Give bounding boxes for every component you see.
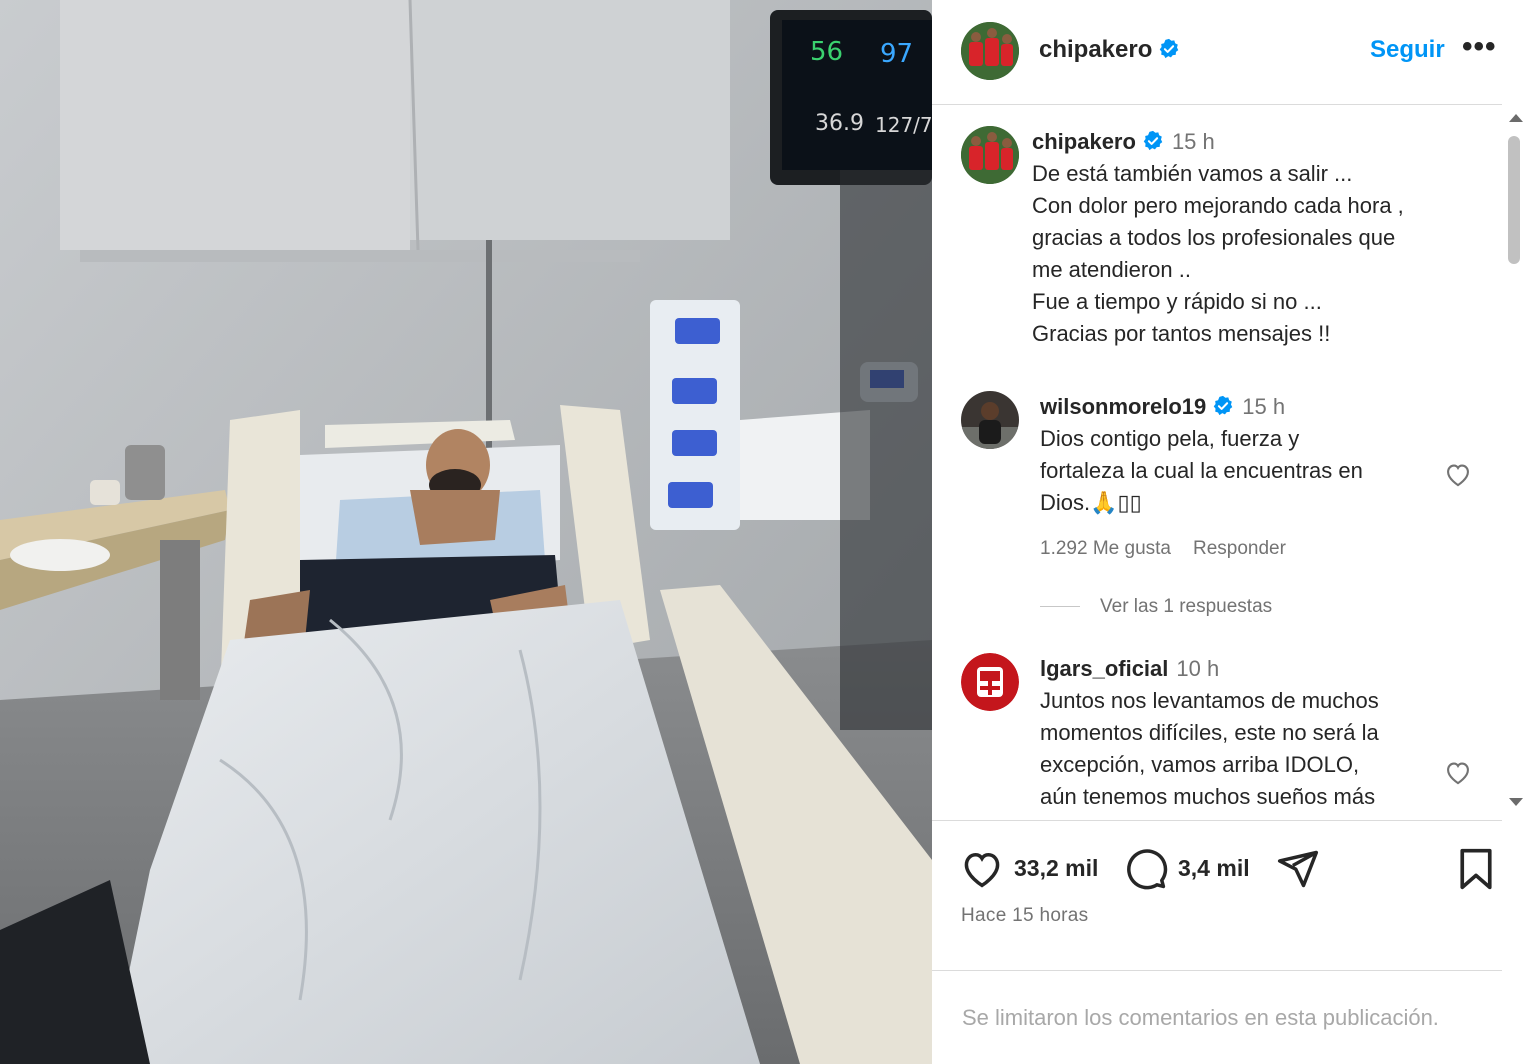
caption-body: chipakero 15 h De está también vamos a sa… [1032, 126, 1452, 350]
comments-list[interactable]: chipakero 15 h De está también vamos a sa… [932, 106, 1502, 820]
commenter-avatar[interactable] [961, 653, 1019, 711]
comments-limited-text: Se limitaron los comentarios en esta pub… [962, 1005, 1439, 1030]
scroll-down-arrow-icon[interactable] [1509, 798, 1523, 806]
caption-line: gracias a todos los profesionales que [1032, 225, 1396, 250]
author-username-text[interactable]: chipakero [1039, 36, 1152, 63]
caption-line: Gracias por tantos mensajes !! [1032, 321, 1331, 346]
comment-body: lgars_oficial 10 h Juntos nos levantamos … [1040, 653, 1460, 813]
share-button[interactable] [1276, 847, 1320, 891]
comment-time[interactable]: 15 h [1242, 394, 1285, 419]
scrollbar-thumb[interactable] [1508, 136, 1520, 264]
verified-badge-icon [1143, 130, 1163, 151]
save-button[interactable] [1456, 847, 1496, 891]
commenter-avatar[interactable] [961, 391, 1019, 449]
share-icon [1277, 850, 1319, 888]
caption-time[interactable]: 15 h [1172, 129, 1215, 154]
comment-line: momentos difíciles, este no será la [1040, 720, 1379, 745]
comment-line: Dios contigo pela, fuerza y [1040, 426, 1300, 451]
action-bar: 33,2 mil 3,4 mil Hace 15 horas [932, 820, 1502, 970]
svg-text:56: 56 [810, 37, 843, 67]
caption-line: Con dolor pero mejorando cada hora , [1032, 193, 1404, 218]
like-button[interactable] [960, 847, 1004, 889]
commenter-username[interactable]: wilsonmorelo19 [1040, 394, 1206, 419]
hospital-photo-image: 56 97 36.9 127/70 [0, 0, 932, 1064]
likes-count[interactable]: 33,2 mil [1014, 855, 1098, 882]
comment-likes[interactable]: 1.292 Me gusta [1040, 538, 1171, 559]
comment-line: fortaleza la cual la encuentras en [1040, 458, 1363, 483]
commenter-username[interactable]: lgars_oficial [1040, 656, 1168, 681]
comment-line: aún tenemos muchos sueños más [1040, 784, 1376, 809]
verified-badge-icon [1160, 38, 1179, 59]
caption-line: me atendieron .. [1032, 257, 1191, 282]
svg-text:36.9: 36.9 [815, 111, 864, 136]
author-avatar[interactable] [961, 22, 1019, 80]
comments-scrollbar[interactable] [1502, 106, 1526, 820]
post-timestamp[interactable]: Hace 15 horas [961, 905, 1088, 927]
bookmark-icon [1460, 848, 1492, 890]
like-comment-heart-icon[interactable] [1444, 759, 1472, 785]
heart-icon [964, 853, 1000, 888]
svg-text:127/70: 127/70 [875, 113, 932, 137]
comment-time[interactable]: 10 h [1176, 656, 1219, 681]
caption-avatar[interactable] [961, 126, 1019, 184]
comment-button[interactable] [1124, 847, 1168, 891]
more-options-icon[interactable]: ••• [1462, 30, 1497, 64]
post-sidebar: chipakero Seguir ••• chipakero 15 h De e… [932, 0, 1526, 1064]
comment-line: Juntos nos levantamos de muchos [1040, 688, 1379, 713]
comment-body: wilsonmorelo19 15 h Dios contigo pela, fu… [1040, 391, 1460, 565]
like-comment-heart-icon[interactable] [1444, 461, 1472, 487]
comment-line: Dios.🙏▯▯ [1040, 490, 1142, 515]
follow-button[interactable]: Seguir [1370, 36, 1445, 64]
comments-limited-notice: Se limitaron los comentarios en esta pub… [932, 970, 1502, 1064]
caption-line: De está también vamos a salir ... [1032, 161, 1353, 186]
svg-text:97: 97 [880, 39, 913, 69]
scroll-up-arrow-icon[interactable] [1509, 114, 1523, 122]
post-header: chipakero Seguir ••• [932, 0, 1502, 105]
view-replies-button[interactable]: Ver las 1 respuestas [1040, 596, 1272, 618]
post-photo[interactable]: 56 97 36.9 127/70 [0, 0, 932, 1064]
comment-line: excepción, vamos arriba IDOLO, [1040, 752, 1360, 777]
verified-badge-icon [1214, 395, 1233, 416]
reply-button[interactable]: Responder [1193, 538, 1286, 559]
comment-meta: 1.292 Me gusta Responder [1040, 533, 1460, 565]
comment-icon [1127, 849, 1168, 890]
author-username[interactable]: chipakero [1039, 36, 1180, 64]
comments-count[interactable]: 3,4 mil [1178, 855, 1250, 882]
caption-line: Fue a tiempo y rápido si no ... [1032, 289, 1322, 314]
caption-username[interactable]: chipakero [1032, 129, 1136, 154]
